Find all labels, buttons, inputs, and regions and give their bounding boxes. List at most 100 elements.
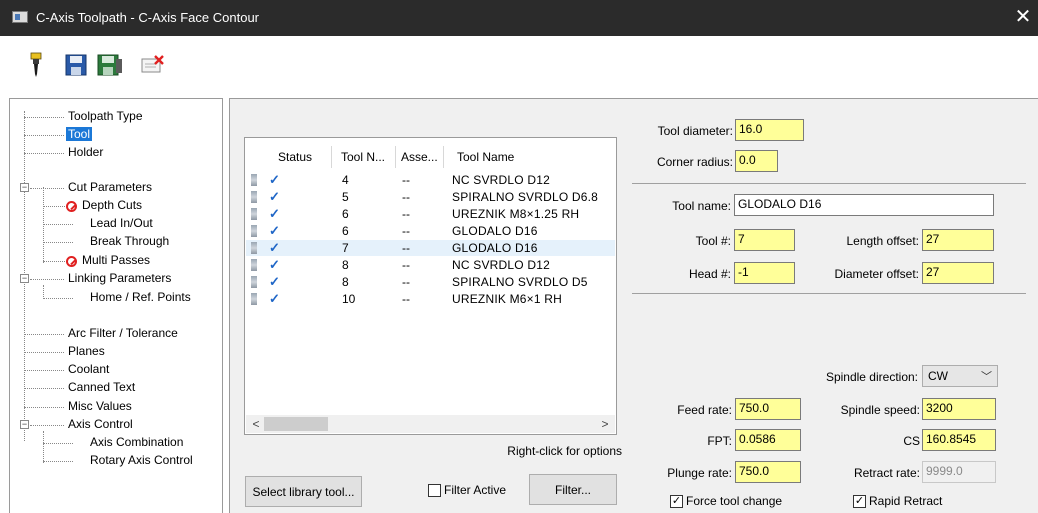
tree-item-lead-in-out[interactable]: Lead In/Out xyxy=(88,215,155,232)
scroll-right-icon[interactable]: > xyxy=(597,416,613,432)
app-icon xyxy=(12,11,28,23)
spindle-direction-select[interactable]: CW ﹀ xyxy=(922,365,998,387)
length-offset-label: Length offset: xyxy=(846,234,919,248)
assembly: -- xyxy=(402,258,410,272)
tree-item-home-ref-points[interactable]: Home / Ref. Points xyxy=(88,289,193,306)
tool-icon xyxy=(251,208,257,220)
status-check-icon: ✓ xyxy=(269,189,280,204)
rapid-retract-check-icon[interactable]: ✓ xyxy=(853,494,866,508)
collapse-cut-parameters-icon[interactable]: − xyxy=(20,183,29,192)
head-number-field[interactable]: -1 xyxy=(734,262,795,284)
status-check-icon: ✓ xyxy=(269,172,280,187)
tool-name-field[interactable]: GLODALO D16 xyxy=(734,194,994,216)
assembly: -- xyxy=(402,207,410,221)
tool-diameter-field[interactable]: 16.0 xyxy=(735,119,804,141)
table-row[interactable]: ✓ 8 -- SPIRALNO SVRDLO D5 xyxy=(246,274,615,290)
tool-diameter-label: Tool diameter: xyxy=(657,124,733,138)
tool-name: NC SVRDLO D12 xyxy=(452,258,550,272)
corner-radius-field[interactable]: 0.0 xyxy=(735,150,778,172)
fpt-field[interactable]: 0.0586 xyxy=(735,429,801,451)
column-header-tool-name[interactable]: Tool Name xyxy=(457,150,514,164)
column-header-tool-number[interactable]: Tool N... xyxy=(341,150,385,164)
delete-icon[interactable] xyxy=(138,50,166,80)
tree-item-planes[interactable]: Planes xyxy=(66,343,107,360)
filter-button[interactable]: Filter... xyxy=(529,474,617,505)
tool-name: UREZNIK M8×1.25 RH xyxy=(452,207,580,221)
assembly: -- xyxy=(402,224,410,238)
tree-item-break-through[interactable]: Break Through xyxy=(88,233,171,250)
rapid-retract-checkbox[interactable]: ✓ Rapid Retract xyxy=(853,494,942,508)
tool-number: 8 xyxy=(342,258,349,272)
select-library-tool-button[interactable]: Select library tool... xyxy=(245,476,362,507)
force-tool-change-checkbox[interactable]: ✓ Force tool change xyxy=(670,494,782,508)
close-button[interactable]: ✕ xyxy=(1012,6,1034,28)
tool-name: NC SVRDLO D12 xyxy=(452,173,550,187)
feed-rate-field[interactable]: 750.0 xyxy=(735,398,801,420)
scrollbar-thumb[interactable] xyxy=(264,417,328,431)
table-row[interactable]: ✓ 4 -- NC SVRDLO D12 xyxy=(246,172,615,188)
tree-item-canned-text[interactable]: Canned Text xyxy=(66,379,137,396)
status-check-icon: ✓ xyxy=(269,274,280,289)
tree-item-tool[interactable]: Tool xyxy=(66,126,93,143)
tree-item-misc-values[interactable]: Misc Values xyxy=(66,398,134,415)
assembly: -- xyxy=(402,190,410,204)
tool-name: SPIRALNO SVRDLO D6.8 xyxy=(452,190,599,204)
tool-number-field[interactable]: 7 xyxy=(734,229,795,251)
tree-item-arc-filter-tolerance[interactable]: Arc Filter / Tolerance xyxy=(66,325,180,342)
tree-item-toolpath-type[interactable]: Toolpath Type xyxy=(66,108,145,125)
tool-name: GLODALO D16 xyxy=(452,241,538,255)
table-row[interactable]: ✓ 5 -- SPIRALNO SVRDLO D6.8 xyxy=(246,189,615,205)
tool-number: 6 xyxy=(342,207,349,221)
tool-list[interactable]: Status Tool N... Asse... Tool Name ✓ 4 -… xyxy=(244,137,617,435)
force-tool-change-label: Force tool change xyxy=(686,494,783,508)
plunge-rate-field[interactable]: 750.0 xyxy=(735,461,801,483)
tree-item-holder[interactable]: Holder xyxy=(66,144,105,161)
table-row-selected[interactable]: ✓ 7 -- GLODALO D16 xyxy=(246,240,615,256)
tool-name-label: Tool name: xyxy=(672,199,731,213)
collapse-axis-control-icon[interactable]: − xyxy=(20,420,29,429)
tree-item-depth-cuts[interactable]: Depth Cuts xyxy=(80,197,144,214)
tool-icon[interactable] xyxy=(22,50,50,80)
tree-item-axis-control[interactable]: Axis Control xyxy=(66,416,135,433)
table-row[interactable]: ✓ 8 -- NC SVRDLO D12 xyxy=(246,257,615,273)
diameter-offset-label: Diameter offset: xyxy=(834,267,919,281)
force-tool-change-check-icon[interactable]: ✓ xyxy=(670,494,683,508)
tree-item-axis-combination[interactable]: Axis Combination xyxy=(88,434,185,451)
filter-active-box[interactable] xyxy=(428,483,441,497)
diameter-offset-field[interactable]: 27 xyxy=(922,262,994,284)
tree-item-multi-passes[interactable]: Multi Passes xyxy=(80,252,152,269)
save-icon[interactable] xyxy=(62,50,90,80)
table-row[interactable]: ✓ 6 -- UREZNIK M8×1.25 RH xyxy=(246,206,615,222)
table-row[interactable]: ✓ 6 -- GLODALO D16 xyxy=(246,223,615,239)
save-library-icon[interactable] xyxy=(96,50,124,80)
spindle-speed-label: Spindle speed: xyxy=(840,403,920,417)
assembly: -- xyxy=(402,292,410,306)
tree-item-coolant[interactable]: Coolant xyxy=(66,361,111,378)
disabled-multi-passes-icon xyxy=(66,256,77,267)
status-check-icon: ✓ xyxy=(269,206,280,221)
horizontal-scrollbar[interactable]: < > xyxy=(246,415,615,433)
spindle-speed-field[interactable]: 3200 xyxy=(922,398,996,420)
tree-item-linking-parameters[interactable]: Linking Parameters xyxy=(66,270,173,287)
status-check-icon: ✓ xyxy=(269,240,280,255)
length-offset-field[interactable]: 27 xyxy=(922,229,994,251)
tool-number-label: Tool #: xyxy=(695,234,731,248)
column-header-assembly[interactable]: Asse... xyxy=(401,150,438,164)
scroll-left-icon[interactable]: < xyxy=(248,416,264,432)
tool-icon xyxy=(251,225,257,237)
cs-field[interactable]: 160.8545 xyxy=(922,429,996,451)
status-check-icon: ✓ xyxy=(269,257,280,272)
column-header-status[interactable]: Status xyxy=(278,150,312,164)
tool-number: 8 xyxy=(342,275,349,289)
tree-item-cut-parameters[interactable]: Cut Parameters xyxy=(66,179,154,196)
table-row[interactable]: ✓ 10 -- UREZNIK M6×1 RH xyxy=(246,291,615,307)
tree-item-rotary-axis-control[interactable]: Rotary Axis Control xyxy=(88,452,195,469)
filter-active-checkbox[interactable]: Filter Active xyxy=(428,483,506,497)
retract-rate-label: Retract rate: xyxy=(853,466,920,480)
spindle-direction-label: Spindle direction: xyxy=(825,370,918,384)
assembly: -- xyxy=(402,275,410,289)
collapse-linking-parameters-icon[interactable]: − xyxy=(20,274,29,283)
status-check-icon: ✓ xyxy=(269,223,280,238)
tool-icon xyxy=(251,242,257,254)
tool-icon xyxy=(251,293,257,305)
